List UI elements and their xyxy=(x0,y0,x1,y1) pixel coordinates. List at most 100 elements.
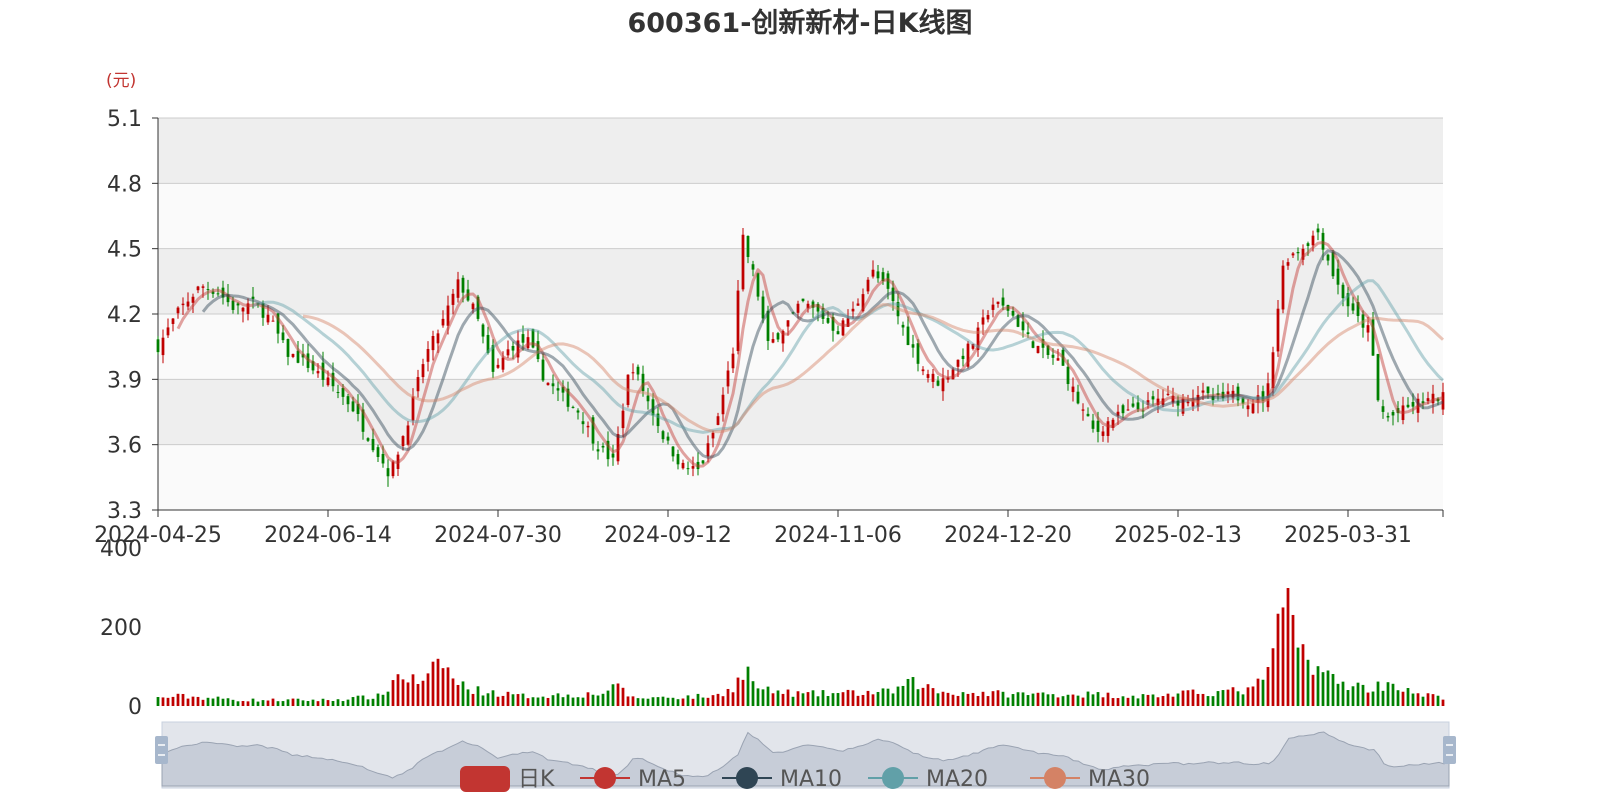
candle-body xyxy=(1226,391,1230,395)
volume-bar xyxy=(871,694,875,706)
volume-bar xyxy=(1326,670,1330,706)
volume-bar xyxy=(336,699,340,706)
volume-bar xyxy=(586,692,590,706)
volume-bar xyxy=(1231,687,1235,706)
candle-body xyxy=(386,468,390,477)
candle-body xyxy=(351,401,355,412)
volume-bar xyxy=(386,691,390,706)
candle-body xyxy=(441,318,445,326)
candle-body xyxy=(691,466,695,469)
volume-bar xyxy=(591,694,595,706)
volume-bars[interactable] xyxy=(156,588,1445,706)
candle-body xyxy=(316,371,320,374)
candle-body xyxy=(171,318,175,324)
candle-body xyxy=(1136,402,1140,410)
volume-bar xyxy=(1031,693,1035,706)
volume-bar xyxy=(181,693,185,706)
volume-bar xyxy=(1241,694,1245,706)
volume-bar xyxy=(606,690,610,706)
volume-bar xyxy=(1336,683,1340,706)
volume-bar xyxy=(1366,692,1370,706)
candle-body xyxy=(196,286,200,291)
volume-bar xyxy=(701,697,705,706)
volume-bar xyxy=(1021,692,1025,706)
volume-bar xyxy=(1236,691,1240,706)
price-axis: 3.3 3.6 3.9 4.2 4.5 4.8 5.1 xyxy=(107,107,159,524)
candle-body xyxy=(581,421,585,425)
volume-bar xyxy=(1181,690,1185,706)
volume-bar xyxy=(221,698,225,706)
volume-bar xyxy=(241,701,245,706)
x-tick-label: 2024-04-25 xyxy=(94,523,222,548)
volume-bar xyxy=(896,686,900,706)
volume-bar xyxy=(1266,666,1270,706)
volume-bar xyxy=(521,693,525,706)
volume-bar xyxy=(506,691,510,706)
volume-bar xyxy=(1376,681,1380,706)
volume-bar xyxy=(1271,648,1275,706)
x-tick-label: 2024-11-06 xyxy=(774,523,902,548)
volume-bar xyxy=(261,700,265,706)
volume-bar xyxy=(866,690,870,706)
volume-bar xyxy=(366,699,370,706)
volume-bar xyxy=(756,688,760,706)
candle-body xyxy=(701,460,705,464)
candle-body xyxy=(1286,262,1290,266)
candle-body xyxy=(206,289,210,291)
volume-bar xyxy=(681,698,685,706)
candle-body xyxy=(1281,265,1285,310)
volume-bar xyxy=(916,689,920,706)
candle-body xyxy=(1096,420,1100,432)
volume-bar xyxy=(346,699,350,706)
candle-body xyxy=(1201,390,1205,393)
volume-bar xyxy=(791,696,795,706)
legend-label: MA10 xyxy=(780,767,842,792)
candle-body xyxy=(756,273,760,297)
volume-bar xyxy=(621,687,625,706)
candle-body xyxy=(176,307,180,314)
volume-bar xyxy=(961,692,965,706)
volume-bar xyxy=(1006,697,1010,706)
volume-bar xyxy=(1416,693,1420,706)
volume-bar xyxy=(891,693,895,706)
volume-bar xyxy=(551,695,555,706)
volume-bar xyxy=(1316,666,1320,706)
candle-body xyxy=(551,383,555,387)
x-tick-label: 2025-02-13 xyxy=(1114,523,1242,548)
legend-item-日k: 日K xyxy=(460,766,555,792)
candle-body xyxy=(666,436,670,441)
volume-bar xyxy=(941,691,945,706)
candle-body xyxy=(1056,358,1060,361)
zoom-handle-right[interactable] xyxy=(1443,736,1456,764)
candle-body xyxy=(511,346,515,351)
volume-bar xyxy=(1146,694,1150,706)
volume-bar xyxy=(1131,695,1135,706)
volume-bar xyxy=(511,694,515,706)
volume-bar xyxy=(516,694,520,706)
x-tick-label: 2024-06-14 xyxy=(264,523,392,548)
volume-bar xyxy=(1291,614,1295,706)
candle-body xyxy=(421,364,425,378)
volume-bar xyxy=(1111,698,1115,706)
volume-bar xyxy=(911,677,915,706)
volume-bar xyxy=(1311,674,1315,706)
price-grid-band xyxy=(158,314,1443,380)
volume-bar xyxy=(691,698,695,706)
volume-bar xyxy=(821,690,825,706)
volume-bar xyxy=(926,684,930,706)
price-grid-band xyxy=(158,379,1443,445)
volume-bar xyxy=(636,698,640,706)
candle-body xyxy=(631,372,635,374)
volume-bar xyxy=(371,698,375,706)
candle-body xyxy=(291,353,295,357)
candle-body xyxy=(956,359,960,367)
candle-body xyxy=(681,462,685,469)
candle-body xyxy=(841,320,845,336)
candle-body xyxy=(916,343,920,364)
volume-bar xyxy=(436,658,440,706)
zoom-handle-left[interactable] xyxy=(155,736,168,764)
candle-body xyxy=(761,296,765,319)
volume-bar xyxy=(576,697,580,706)
candle-body xyxy=(201,286,205,288)
candle-body xyxy=(906,326,910,346)
